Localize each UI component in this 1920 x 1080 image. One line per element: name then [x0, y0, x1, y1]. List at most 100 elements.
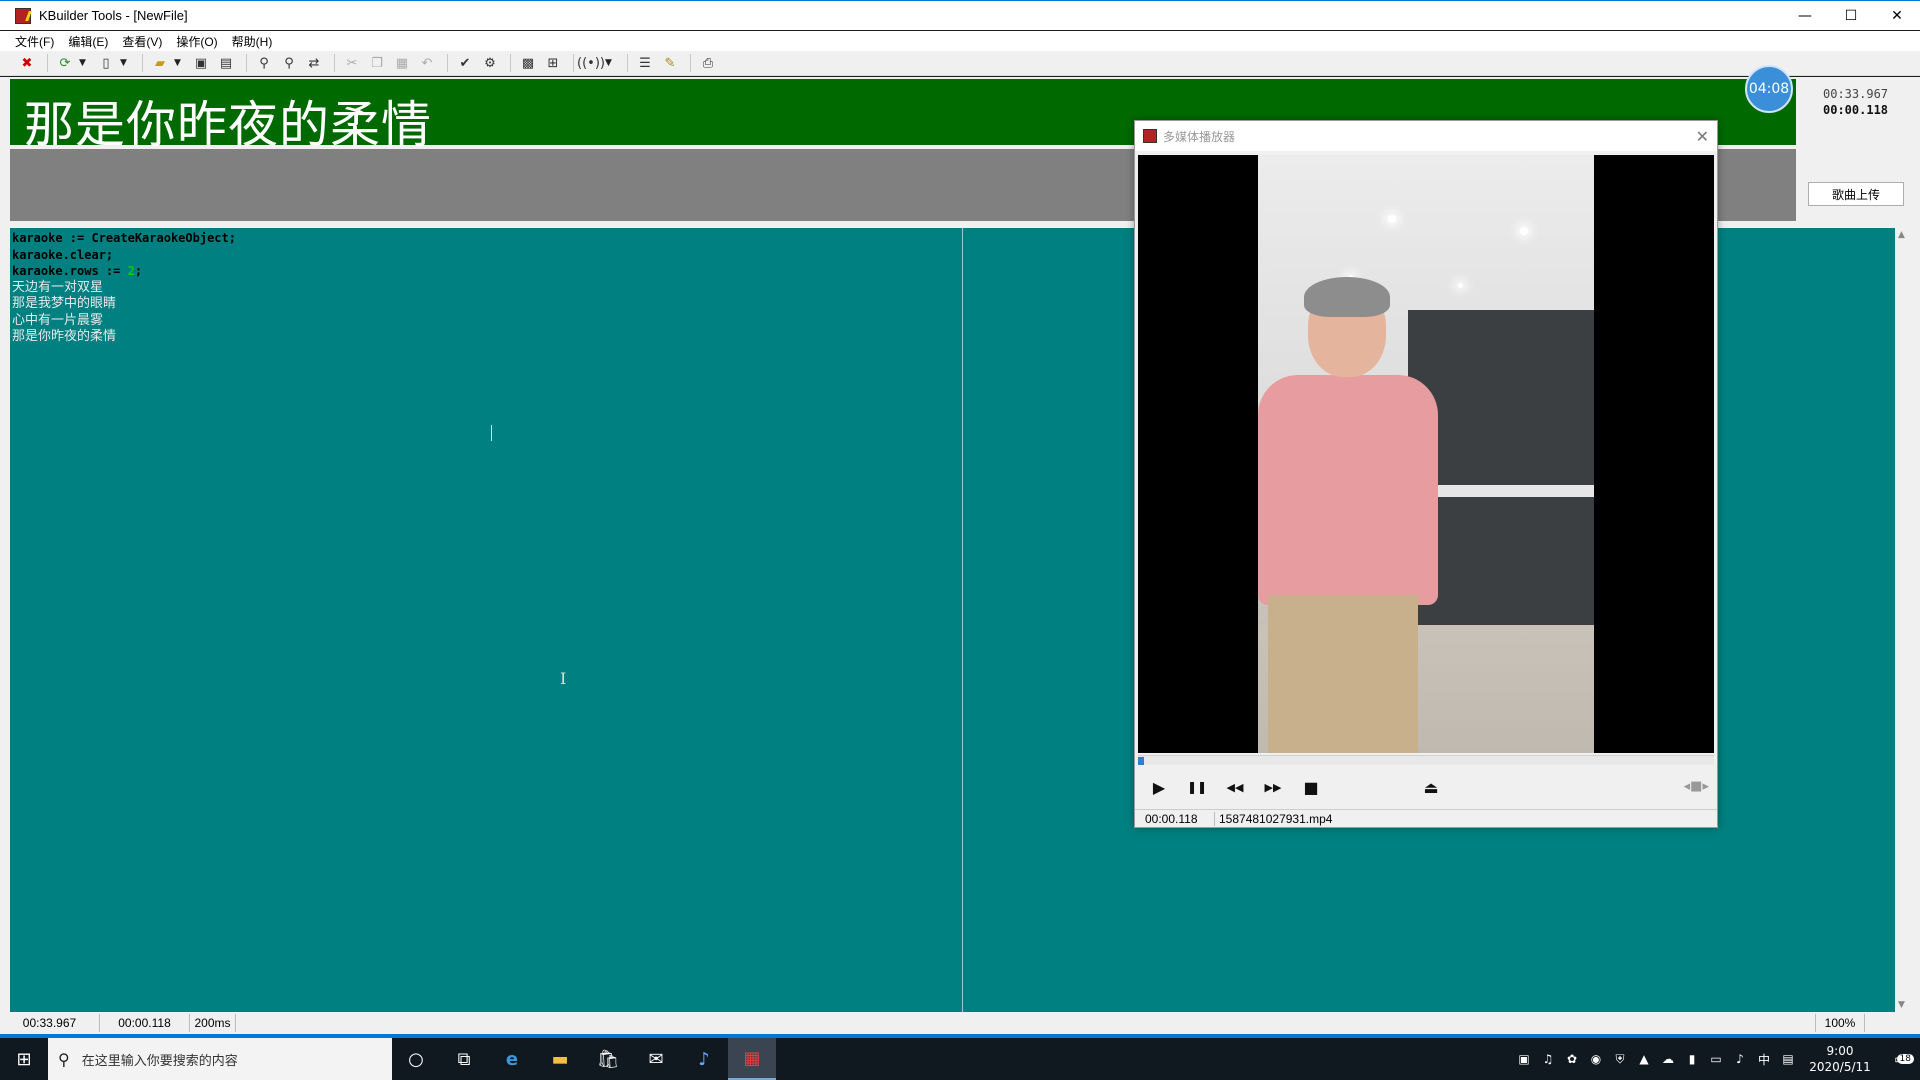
taskbar-search[interactable]: ⚲ 在这里输入你要搜索的内容: [48, 1038, 392, 1080]
lyric-line: 那是我梦中的眼睛: [12, 296, 117, 311]
store-icon[interactable]: 🛍: [584, 1038, 632, 1080]
exit-icon[interactable]: ✖: [16, 53, 38, 73]
settings-icon[interactable]: ✎: [659, 53, 681, 73]
task-view-icon[interactable]: ⧉: [440, 1038, 488, 1080]
minimize-button[interactable]: —: [1782, 1, 1828, 31]
offset-readout: 00:00.118: [1823, 103, 1889, 117]
status-bar: 00:33.967 00:00.118 200ms 100%: [0, 1012, 1920, 1034]
stop-button[interactable]: ■: [1299, 775, 1323, 799]
player-filename: 1587481027931.mp4: [1219, 811, 1333, 826]
tray-app-icon[interactable]: ▣: [1512, 1052, 1536, 1066]
open-dropdown-icon[interactable]: ▼: [174, 58, 184, 68]
ceiling-light: [1520, 227, 1528, 235]
media-player-window[interactable]: 多媒体播放器 ✕ ▶ ❚❚ ◀◀ ▶▶ ■ ⏏ ◂■▸ 00:00.118 15…: [1134, 120, 1718, 828]
run-icon[interactable]: ⚙: [479, 53, 501, 73]
tray-cloud-icon[interactable]: ☁: [1656, 1052, 1680, 1066]
keyboard-icon[interactable]: ▤: [1776, 1052, 1800, 1066]
player-controls: ▶ ❚❚ ◀◀ ▶▶ ■ ⏏ ◂■▸: [1135, 769, 1717, 805]
maximize-button[interactable]: ☐: [1828, 1, 1874, 31]
editor-splitter[interactable]: [962, 228, 963, 1012]
cut-icon[interactable]: ✂: [341, 53, 363, 73]
toolbar-separator: [142, 54, 143, 72]
scroll-up-icon[interactable]: ▲: [1898, 230, 1905, 240]
status-interval: 200ms: [190, 1014, 236, 1032]
video-frame[interactable]: [1138, 155, 1714, 753]
app-icon: [15, 7, 31, 24]
kbuilder-taskbar-icon[interactable]: ♪: [680, 1038, 728, 1080]
volume-icon[interactable]: ♪: [1728, 1052, 1752, 1066]
window-controls: — ☐ ✕: [1782, 1, 1920, 31]
code-line: karaoke.rows := 2;: [12, 263, 236, 280]
undo-icon[interactable]: ↶: [416, 53, 438, 73]
person-hair: [1304, 277, 1390, 317]
player-close-icon[interactable]: ✕: [1696, 127, 1709, 146]
pause-button[interactable]: ❚❚: [1185, 775, 1209, 799]
eject-button[interactable]: ⏏: [1419, 775, 1443, 799]
broadcast-icon[interactable]: ((•)): [577, 53, 605, 73]
menu-help[interactable]: 帮助(H): [225, 33, 280, 50]
code-token: karaoke.rows :=: [12, 264, 128, 278]
mail-icon[interactable]: ✉: [632, 1038, 680, 1080]
copy-icon[interactable]: ❐: [366, 53, 388, 73]
close-button[interactable]: ✕: [1874, 1, 1920, 31]
windows-start-icon[interactable]: ⊞: [0, 1038, 48, 1080]
paste-icon[interactable]: ▦: [391, 53, 413, 73]
list-icon[interactable]: ☰: [634, 53, 656, 73]
code-number: 2: [127, 264, 135, 278]
vertical-scrollbar[interactable]: ▲ ▼: [1895, 228, 1910, 1012]
player-title-bar[interactable]: 多媒体播放器 ✕: [1135, 121, 1717, 151]
lyric-line: 心中有一片晨雾: [12, 312, 104, 328]
player-progress-bar[interactable]: [1138, 755, 1714, 765]
tray-app-icon[interactable]: ♫: [1536, 1052, 1560, 1066]
tray-app-icon[interactable]: ▲: [1632, 1052, 1656, 1066]
new-dropdown-icon[interactable]: ▼: [120, 58, 130, 68]
broadcast-dropdown-icon[interactable]: ▼: [605, 58, 615, 68]
export-icon[interactable]: ⎙: [697, 53, 719, 73]
record-icon[interactable]: ⊞: [542, 53, 564, 73]
code-line: karaoke := CreateKaraokeObject;: [12, 231, 236, 245]
player-time: 00:00.118: [1135, 811, 1215, 826]
notification-center-icon[interactable]: ▭18: [1880, 1052, 1920, 1066]
find-icon[interactable]: ⚲: [253, 53, 275, 73]
clock-date: 2020/5/11: [1809, 1060, 1871, 1074]
new-file-icon[interactable]: ▯: [95, 53, 117, 73]
refresh-icon[interactable]: ⟳: [54, 53, 76, 73]
tray-security-icon[interactable]: ⛨: [1608, 1052, 1632, 1067]
microphone-icon[interactable]: ▮: [1680, 1052, 1704, 1066]
status-zoom: 100%: [1815, 1014, 1865, 1032]
toolbar-separator: [510, 54, 511, 72]
kbuilder-tools-taskbar-icon[interactable]: ▦: [728, 1038, 776, 1080]
forward-button[interactable]: ▶▶: [1261, 775, 1285, 799]
open-folder-icon[interactable]: ▰: [149, 53, 171, 73]
clock[interactable]: 9:00 2020/5/11: [1800, 1043, 1880, 1075]
tray-app-icon[interactable]: ✿: [1560, 1052, 1584, 1066]
replace-icon[interactable]: ⇄: [303, 53, 325, 73]
menu-view[interactable]: 查看(V): [115, 33, 169, 50]
compile-icon[interactable]: ✔: [454, 53, 476, 73]
volume-icon[interactable]: ◂■▸: [1684, 779, 1709, 794]
scroll-down-icon[interactable]: ▼: [1898, 1000, 1905, 1010]
find-next-icon[interactable]: ⚲: [278, 53, 300, 73]
ibeam-cursor-icon: I: [560, 669, 567, 688]
edge-icon[interactable]: e: [488, 1038, 536, 1080]
save-all-icon[interactable]: ▤: [215, 53, 237, 73]
play-button[interactable]: ▶: [1147, 775, 1171, 799]
video-image: [1258, 155, 1594, 753]
lyric-line: 天边有一对双星: [12, 279, 104, 295]
rewind-button[interactable]: ◀◀: [1223, 775, 1247, 799]
save-icon[interactable]: ▣: [190, 53, 212, 73]
search-placeholder: 在这里输入你要搜索的内容: [81, 1053, 238, 1069]
preview-icon[interactable]: ▩: [517, 53, 539, 73]
upload-song-button[interactable]: 歌曲上传: [1808, 182, 1904, 206]
tray-app-icon[interactable]: ◉: [1584, 1052, 1608, 1066]
refresh-dropdown-icon[interactable]: ▼: [79, 58, 89, 68]
ime-indicator[interactable]: 中: [1752, 1051, 1776, 1068]
menu-edit[interactable]: 编辑(E): [61, 33, 115, 50]
menu-file[interactable]: 文件(F): [8, 33, 61, 50]
network-icon[interactable]: ▭: [1704, 1052, 1728, 1066]
file-explorer-icon[interactable]: ▬: [536, 1038, 584, 1080]
window-title: KBuilder Tools - [NewFile]: [39, 8, 188, 23]
lyric-line: 那是你昨夜的柔情: [12, 329, 117, 344]
menu-operate[interactable]: 操作(O): [169, 33, 224, 50]
cortana-icon[interactable]: ○: [392, 1038, 440, 1080]
